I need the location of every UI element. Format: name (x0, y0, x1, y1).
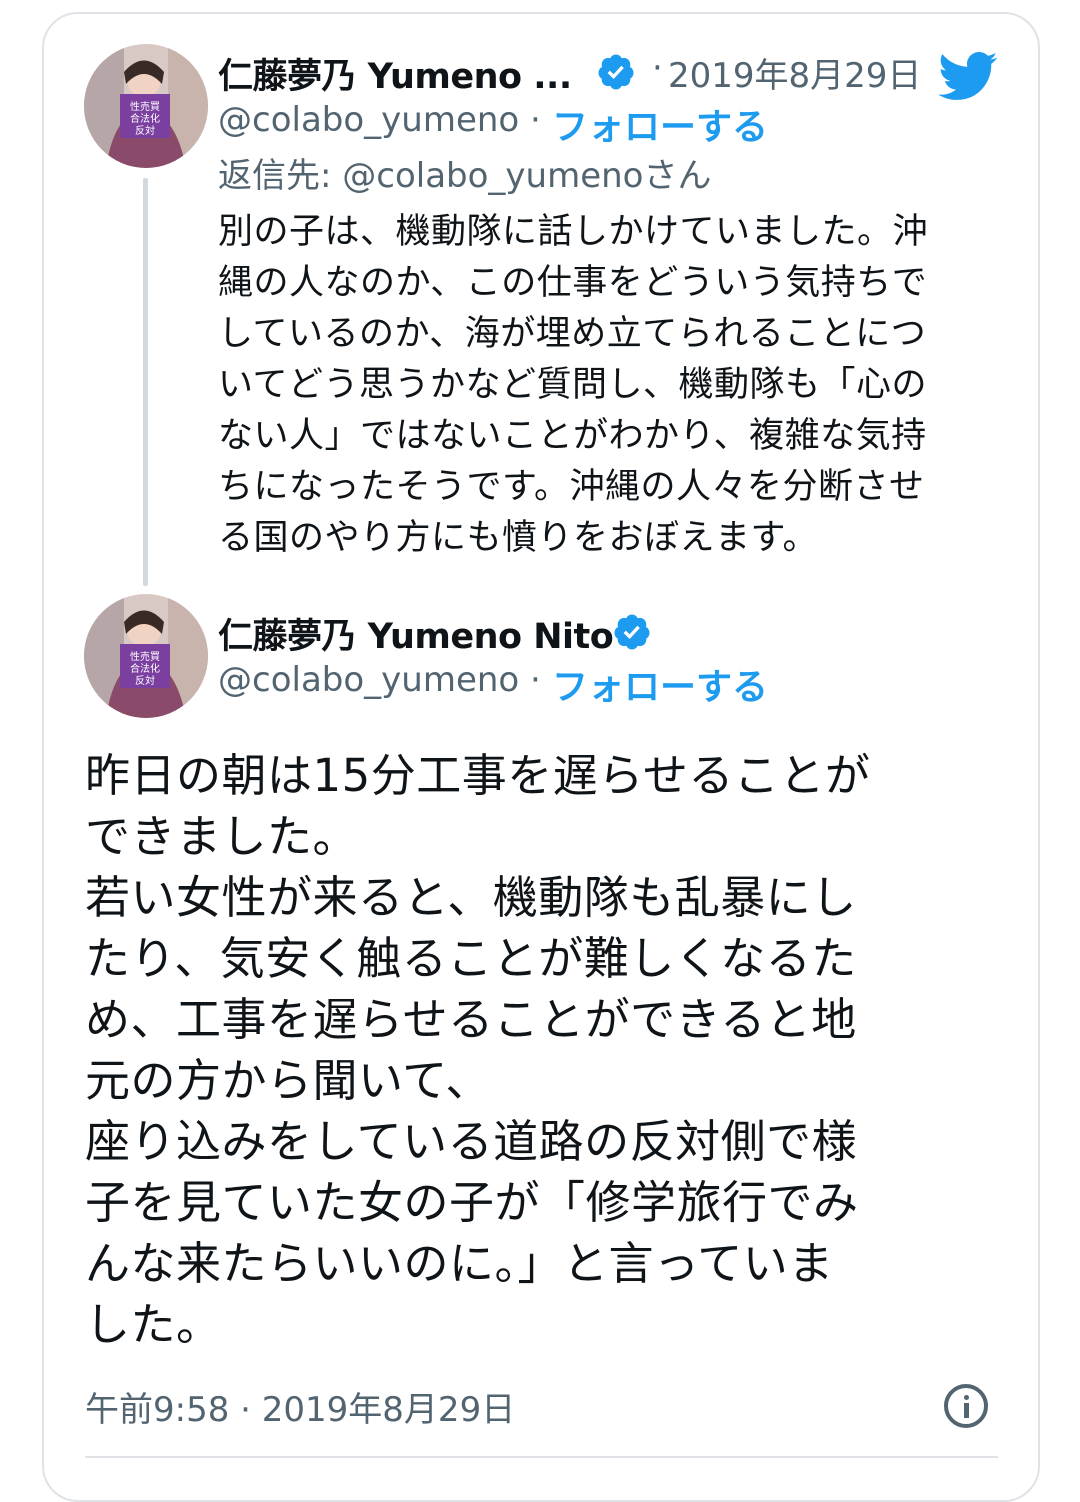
avatar[interactable]: 性売買 合法化 反対 (84, 594, 208, 718)
reply-to-label[interactable]: 返信先: @colabo_yumenoさん (218, 148, 711, 197)
verified-badge-icon (598, 54, 634, 90)
verified-badge-icon (614, 614, 650, 650)
text-line: 子を見ていた女の子が「修学旅行でみ (85, 1176, 859, 1229)
text-line: ちになったそうです。沖縄の人々を分断させ (218, 467, 925, 507)
display-name[interactable]: 仁藤夢乃 Yumeno Nito (218, 608, 614, 659)
text-line: 縄の人なのか、この仕事をどういう気持ちで (218, 263, 928, 303)
text-line: る国のやり方にも憤りをおぼえます。 (218, 518, 819, 558)
thread-line (143, 178, 148, 586)
text-line: 元の方から聞いて、 (85, 1054, 491, 1107)
sign-text: 性売買 (130, 100, 160, 113)
sign-text: 反対 (135, 674, 155, 687)
sign-text: 合法化 (130, 662, 160, 675)
text-line: 別の子は、機動隊に話しかけていました。沖 (218, 212, 929, 252)
text-line: しているのか、海が埋め立てられることにつ (218, 314, 927, 354)
divider (85, 1456, 998, 1458)
info-icon-bar (964, 1403, 969, 1418)
display-name[interactable]: 仁藤夢乃 Yumeno ... (218, 48, 572, 99)
text-line: 若い女性が来ると、機動隊も乱暴にし (85, 871, 857, 924)
text-line: 昨日の朝は15分工事を遅らせることが (85, 749, 871, 802)
tweet-text: 昨日の朝は15分工事を遅らせることが できました。 若い女性が来ると、機動隊も乱… (85, 745, 965, 1355)
twitter-bird-icon[interactable] (935, 50, 999, 102)
text-line: め、工事を遅らせることができると地 (85, 993, 857, 1046)
avatar[interactable]: 性売買 合法化 反対 (84, 44, 208, 168)
text-line: ない人」ではないことがわかり、複雑な気持 (218, 416, 927, 456)
info-icon[interactable] (944, 1384, 988, 1428)
text-line: いてどう思うかなど質問し、機動隊も「心の (218, 365, 927, 405)
separator: · (652, 48, 663, 88)
text-line: した。 (85, 1298, 222, 1351)
sign-text: 合法化 (130, 112, 160, 125)
handle[interactable]: @colabo_yumeno (218, 660, 519, 700)
text-line: たり、気安く触ることが難しくなるた (85, 932, 857, 985)
text-line: 座り込みをしている道路の反対側で様 (85, 1115, 858, 1168)
tweet-date[interactable]: 2019年8月29日 (668, 48, 921, 97)
text-line: んな来たらいいのに。」と言っていま (85, 1237, 834, 1290)
follow-button[interactable]: フォローする (552, 98, 768, 150)
text-line: できました。 (85, 810, 359, 863)
info-icon-dot (964, 1395, 969, 1400)
tweet-text: 別の子は、機動隊に話しかけていました。沖 縄の人なのか、この仕事をどういう気持ち… (218, 207, 988, 564)
tweet-timestamp[interactable]: 午前9:58 · 2019年8月29日 (85, 1382, 515, 1431)
sign-text: 反対 (135, 124, 155, 137)
separator: · (530, 660, 541, 700)
follow-button[interactable]: フォローする (552, 658, 768, 710)
separator: · (530, 100, 541, 140)
sign-text: 性売買 (130, 650, 160, 663)
handle[interactable]: @colabo_yumeno (218, 100, 519, 140)
